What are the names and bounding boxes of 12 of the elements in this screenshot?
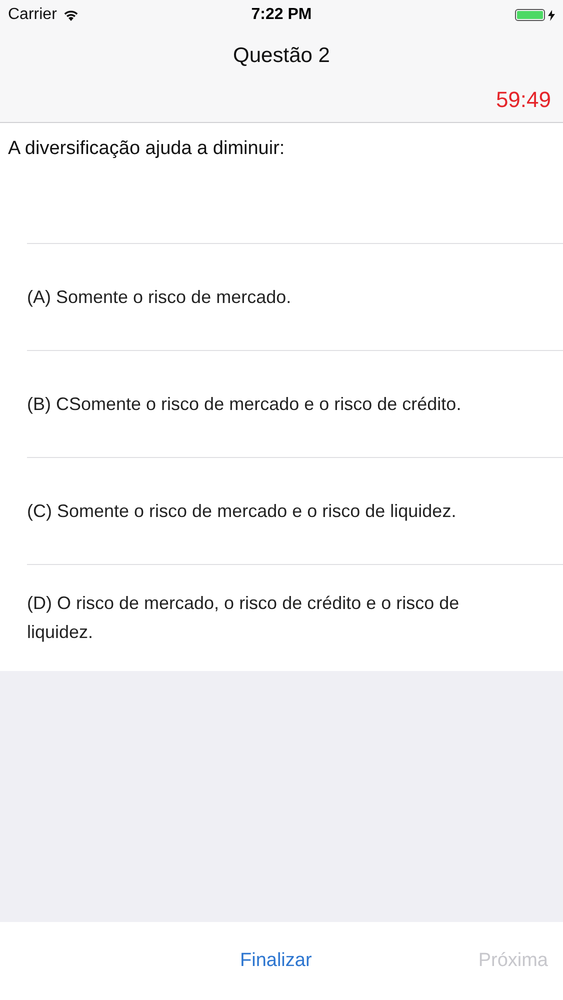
question-text: A diversificação ajuda a diminuir:: [7, 137, 286, 161]
answer-option[interactable]: (C) Somente o risco de mercado e o risco de liquidez.: [27, 457, 563, 564]
battery-icon: [515, 9, 545, 21]
screen-title: Questão 2: [232, 43, 331, 69]
carrier-label: Carrier: [8, 6, 57, 24]
wifi-icon: [62, 9, 79, 21]
countdown-timer: 59:49: [496, 87, 551, 113]
answer-option[interactable]: (A) Somente o risco de mercado.: [27, 243, 563, 350]
bolt-icon: [548, 10, 555, 20]
answer-option[interactable]: (B) CSomente o risco de mercado e o risco de crédito.: [27, 350, 563, 457]
finish-button[interactable]: Finalizar: [225, 942, 327, 980]
clock-time: 7:22 PM: [251, 6, 312, 24]
